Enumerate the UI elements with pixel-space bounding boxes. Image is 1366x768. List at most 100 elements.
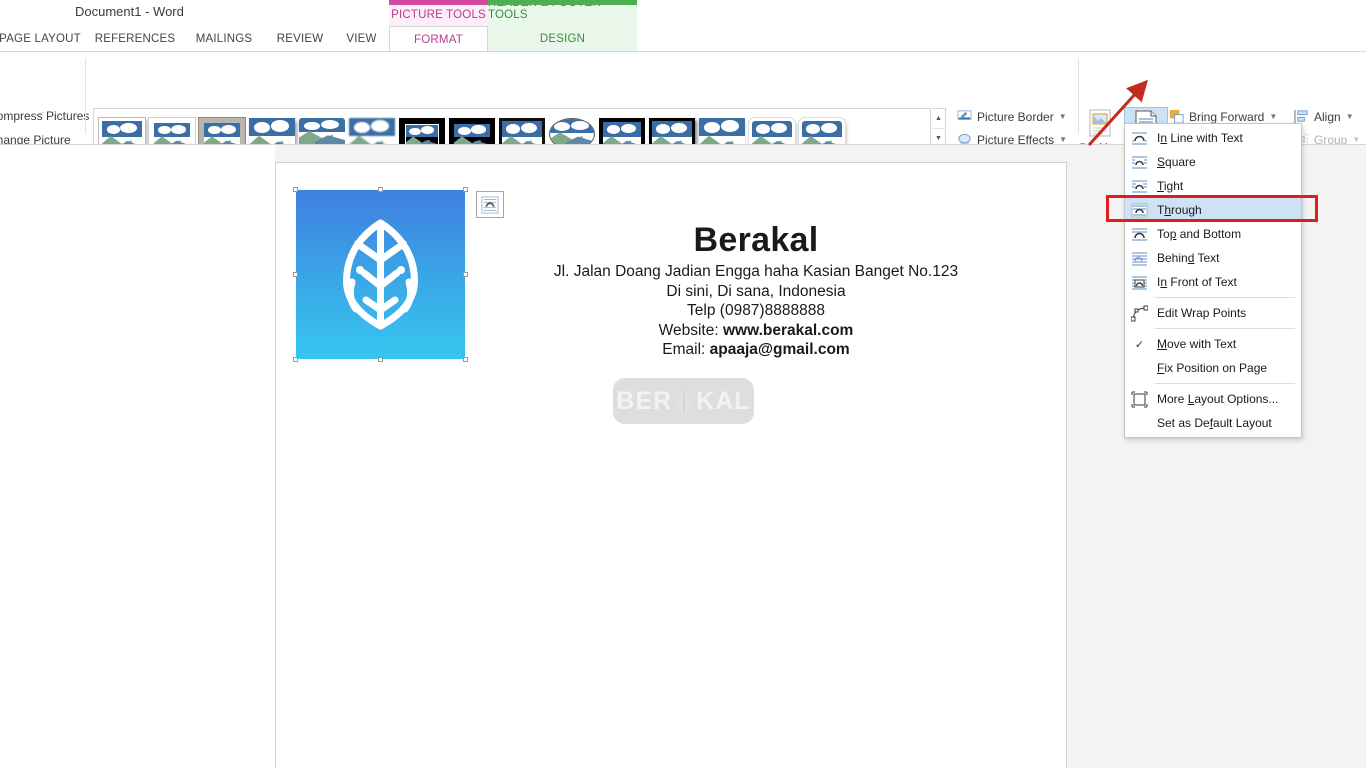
menu-item-through[interactable]: Through [1125, 198, 1301, 222]
menu-item-label: Behind Text [1157, 251, 1220, 265]
selection-handle[interactable] [293, 187, 298, 192]
left-blank-pane [0, 145, 275, 768]
compress-pictures-label: Compress Pictures [0, 109, 90, 123]
tab-view[interactable]: VIEW [334, 26, 389, 52]
menu-item-label: Square [1157, 155, 1196, 169]
chevron-down-icon: ▼ [1345, 112, 1354, 121]
menu-item-label: Move with Text [1157, 337, 1237, 351]
menu-item-label: Edit Wrap Points [1157, 306, 1247, 320]
company-name: Berakal [693, 221, 819, 259]
layout-options-button[interactable] [476, 191, 504, 218]
wrap-infront-icon [1131, 274, 1148, 291]
email-label: Email: [662, 341, 710, 358]
selection-handle[interactable] [378, 187, 383, 192]
wrap-square-icon [1131, 154, 1148, 171]
selection-handle[interactable] [378, 357, 383, 362]
menu-item-label: Through [1157, 203, 1202, 217]
align-button[interactable]: Align ▼ [1294, 109, 1354, 124]
wrap-text-dropdown-menu[interactable]: In Line with Text Square Tight Through T [1124, 123, 1302, 438]
address-line-2: Di sini, Di sana, Indonesia [666, 282, 846, 300]
layout-options-icon [481, 195, 499, 214]
word-window: Document1 - Word PICTURE TOOLS HEADER & … [0, 0, 1366, 768]
tab-design[interactable]: DESIGN [488, 26, 637, 52]
watermark-text-left: BER [616, 386, 673, 415]
contextual-bar-green [488, 0, 637, 5]
menu-item-set-as-default-layout[interactable]: Set as Default Layout [1125, 411, 1301, 435]
more-layout-options-icon [1131, 391, 1148, 408]
chevron-down-icon: ▼ [1059, 135, 1068, 144]
tab-page-layout[interactable]: PAGE LAYOUT [0, 26, 88, 52]
wrap-through-icon [1131, 202, 1148, 219]
title-bar: Document1 - Word PICTURE TOOLS HEADER & … [0, 0, 1366, 26]
contextual-tab-header-picture-tools: PICTURE TOOLS [389, 0, 488, 26]
gallery-scroll-up-icon[interactable]: ▲ [932, 109, 945, 129]
company-text-block[interactable]: Berakal Jl. Jalan Doang Jadian Engga hah… [476, 218, 1036, 360]
watermark-text-right: KAL [696, 386, 751, 415]
email-value: apaaja@gmail.com [709, 341, 850, 358]
menu-item-label: Fix Position on Page [1157, 361, 1268, 375]
watermark-brain-icon [673, 388, 695, 414]
website-label: Website: [658, 321, 723, 339]
position-icon [1085, 109, 1115, 141]
menu-separator [1155, 383, 1295, 384]
menu-item-move-with-text[interactable]: ✓ Move with Text [1125, 332, 1301, 356]
address-line-1: Jl. Jalan Doang Jadian Engga haha Kasian… [553, 263, 959, 280]
chevron-down-icon: ▼ [1269, 112, 1278, 121]
menu-item-top-and-bottom[interactable]: Top and Bottom [1125, 222, 1301, 246]
menu-item-label: Top and Bottom [1157, 227, 1242, 241]
menu-separator [1155, 297, 1295, 298]
bring-forward-label: Bring Forward [1189, 109, 1265, 124]
picture-border-button[interactable]: Picture Border ▼ [957, 109, 1067, 124]
brain-leaf-logo[interactable] [293, 187, 468, 362]
group-separator-adjust [85, 58, 86, 134]
menu-item-label: Tight [1157, 179, 1184, 193]
menu-item-label: More Layout Options... [1157, 392, 1279, 406]
picture-border-icon [957, 109, 972, 124]
bring-forward-icon [1169, 109, 1184, 124]
wrap-tight-icon [1131, 178, 1148, 195]
menu-item-label: In Line with Text [1157, 131, 1243, 145]
email-line: Email: apaaja@gmail.com [476, 340, 1036, 360]
edit-wrap-points-icon [1130, 305, 1149, 322]
align-icon [1294, 109, 1309, 124]
picture-border-label: Picture Border [977, 109, 1054, 124]
selection-handle[interactable] [463, 357, 468, 362]
document-page[interactable]: Berakal Jl. Jalan Doang Jadian Engga hah… [275, 162, 1067, 768]
menu-item-in-front-of-text[interactable]: In Front of Text [1125, 270, 1301, 294]
tab-review[interactable]: REVIEW [266, 26, 334, 52]
selection-handle[interactable] [293, 357, 298, 362]
tab-format[interactable]: FORMAT [389, 26, 488, 52]
selection-handle[interactable] [293, 272, 298, 277]
address-line-3: Telp (0987)8888888 [687, 302, 825, 319]
wrap-inline-icon [1131, 130, 1148, 147]
menu-item-edit-wrap-points[interactable]: Edit Wrap Points [1125, 301, 1301, 325]
bring-forward-button[interactable]: Bring Forward ▼ [1169, 109, 1277, 124]
menu-item-in-line-with-text[interactable]: In Line with Text [1125, 126, 1301, 150]
contextual-label-picture-tools: PICTURE TOOLS [391, 9, 486, 21]
wrap-behind-icon [1131, 250, 1148, 267]
selection-handle[interactable] [463, 187, 468, 192]
selection-handle[interactable] [463, 272, 468, 277]
menu-item-more-layout-options[interactable]: More Layout Options... [1125, 387, 1301, 411]
align-label: Align [1314, 109, 1341, 124]
compress-pictures-button[interactable]: Compress Pictures [0, 109, 89, 123]
menu-item-square[interactable]: Square [1125, 150, 1301, 174]
tab-mailings[interactable]: MAILINGS [182, 26, 266, 52]
wrap-topbottom-icon [1131, 226, 1148, 243]
menu-item-behind-text[interactable]: Behind Text [1125, 246, 1301, 270]
menu-separator [1155, 328, 1295, 329]
chevron-down-icon: ▼ [1058, 112, 1067, 121]
menu-item-label: In Front of Text [1157, 275, 1237, 289]
website-line: Website: www.berakal.com [476, 321, 1036, 341]
ribbon-tab-strip: PAGE LAYOUT REFERENCES MAILINGS REVIEW V… [0, 26, 1366, 52]
menu-item-tight[interactable]: Tight [1125, 174, 1301, 198]
document-title: Document1 - Word [75, 4, 184, 19]
contextual-bar-pink [389, 0, 488, 5]
berakal-watermark: BER KAL [613, 378, 754, 424]
menu-item-label: Set as Default Layout [1157, 416, 1272, 430]
website-value: www.berakal.com [722, 321, 854, 339]
check-icon: ✓ [1134, 338, 1145, 351]
chevron-down-icon: ▼ [1352, 135, 1361, 144]
tab-references[interactable]: REFERENCES [88, 26, 182, 52]
menu-item-fix-position-on-page[interactable]: Fix Position on Page [1125, 356, 1301, 380]
